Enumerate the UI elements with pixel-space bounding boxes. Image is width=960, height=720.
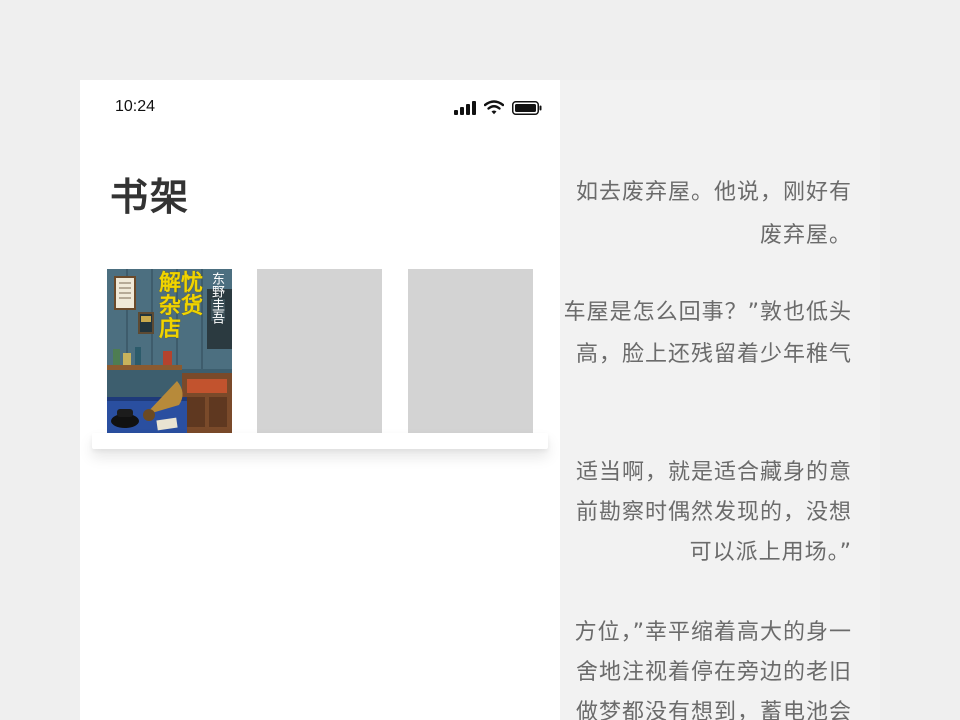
reader-line: 做梦都没有想到，蓄电池会 xyxy=(575,700,852,720)
signal-icon xyxy=(454,100,476,115)
status-time: 10:24 xyxy=(115,98,156,115)
wifi-icon xyxy=(484,100,504,115)
book-cover-author: 东野圭吾 xyxy=(209,272,224,324)
reader-line: 车屋是怎么回事？”敦也低头 xyxy=(563,300,852,325)
reader-line: 适当啊，就是适合藏身的意 xyxy=(575,460,852,485)
reader-line: 废弃屋。 xyxy=(759,223,852,248)
cover-title-char: 杂 xyxy=(159,294,182,319)
reader-line: 高，脸上还残留着少年稚气 xyxy=(575,342,852,367)
page-title: 书架 xyxy=(110,175,191,219)
cover-title-char: 货 xyxy=(181,294,204,319)
reader-line: 可以派上用场。” xyxy=(689,540,852,565)
cover-title-char: 忧 xyxy=(181,271,204,296)
cover-title-char: 解 xyxy=(159,271,182,296)
reader-line: 如去废弃屋。他说，刚好有 xyxy=(575,180,852,205)
book-placeholder[interactable] xyxy=(408,269,533,435)
book-placeholder[interactable] xyxy=(257,269,382,435)
battery-icon xyxy=(512,100,542,115)
reader-line: 方位，”幸平缩着高大的身一 xyxy=(574,620,852,645)
cover-title-char: 店 xyxy=(159,317,182,342)
reader-line: 前勘察时偶然发现的，没想 xyxy=(575,500,852,525)
bookshelf-screen: 10:24 书架 解 忧 杂 货 店 东野圭吾 xyxy=(80,80,560,720)
book-cover-item[interactable]: 解 忧 杂 货 店 东野圭吾 xyxy=(107,269,232,435)
status-icons xyxy=(454,100,542,115)
shelf-board xyxy=(92,433,548,449)
book-cover-title: 解 忧 杂 货 店 xyxy=(159,272,205,341)
reader-line: 舍地注视着停在旁边的老旧 xyxy=(575,660,852,685)
